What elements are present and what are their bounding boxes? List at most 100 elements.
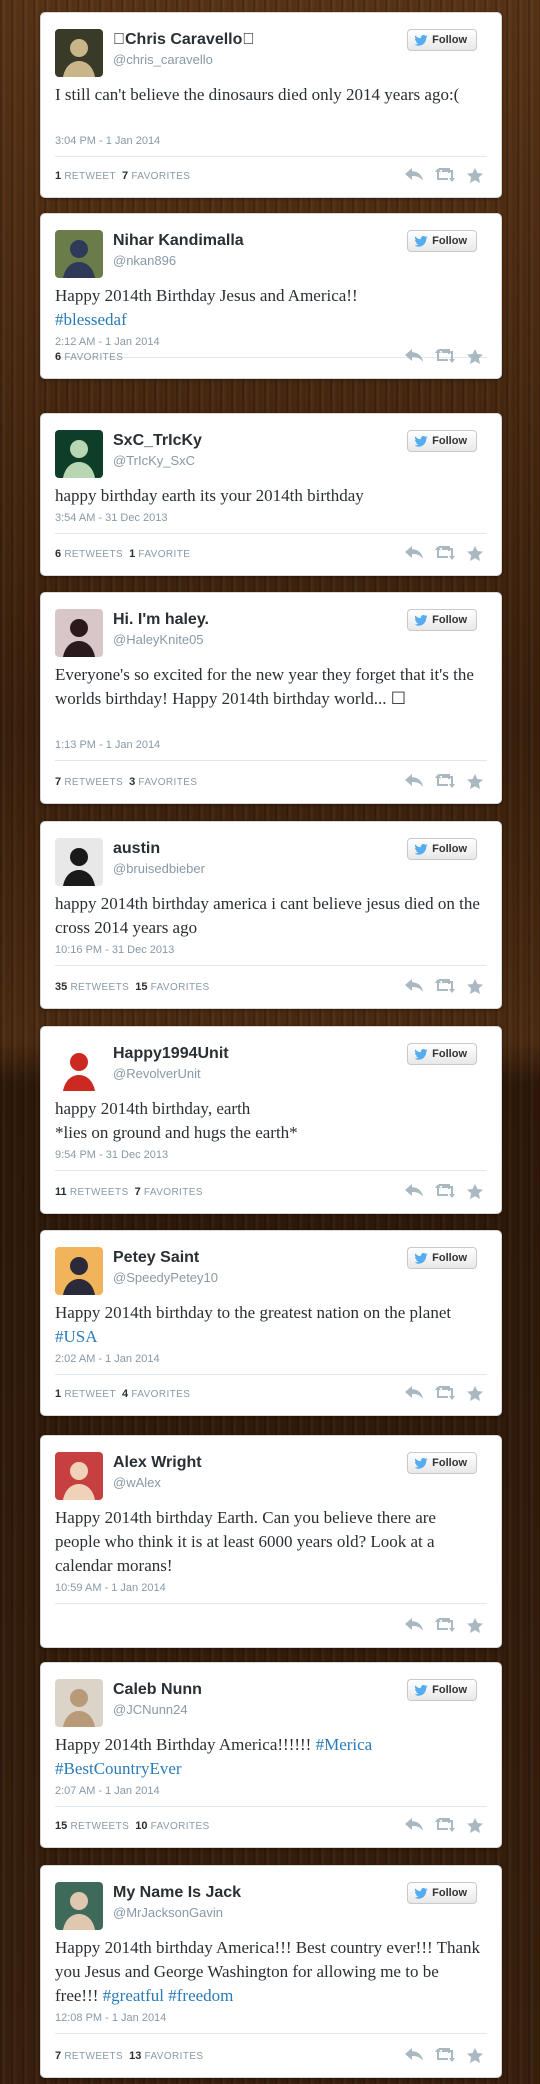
avatar[interactable] <box>55 1882 103 1930</box>
retweet-count[interactable]: 1 <box>55 170 61 182</box>
author-name[interactable]: My Name Is Jack <box>113 1884 241 1902</box>
favorite-count[interactable]: 15 <box>135 981 147 993</box>
author-name[interactable]: Caleb Nunn <box>113 1681 202 1699</box>
retweet-icon[interactable] <box>435 546 455 560</box>
retweet-icon[interactable] <box>435 2048 455 2062</box>
author-name[interactable]: SxC_TrIcKy <box>113 432 202 450</box>
avatar[interactable] <box>55 230 103 278</box>
retweet-count[interactable]: 6 <box>55 548 61 560</box>
follow-button[interactable]: Follow <box>407 430 477 452</box>
retweet-icon[interactable] <box>435 1618 455 1632</box>
favorite-count[interactable]: 13 <box>129 2050 141 2062</box>
reply-icon[interactable] <box>405 1818 423 1832</box>
author-name[interactable]: Hi. I'm haley. <box>113 611 209 629</box>
timestamp[interactable]: 10:16 PM - 31 Dec 2013 <box>55 944 174 956</box>
timestamp[interactable]: 1:13 PM - 1 Jan 2014 <box>55 739 160 751</box>
favorite-count[interactable]: 7 <box>122 170 128 182</box>
author-handle[interactable]: @chris_caravello <box>113 52 213 67</box>
author-name[interactable]:  Chris Caravello  <box>113 31 254 49</box>
reply-icon[interactable] <box>405 349 423 363</box>
favorite-star-icon[interactable] <box>467 2048 483 2063</box>
retweet-count[interactable]: 35 <box>55 981 67 993</box>
follow-button[interactable]: Follow <box>407 1679 477 1701</box>
hashtag-link[interactable]: #blessedaf <box>55 310 127 329</box>
hashtag-link[interactable]: #BestCountryEver <box>55 1759 182 1778</box>
favorite-count[interactable]: 6 <box>55 351 61 363</box>
timestamp[interactable]: 3:54 AM - 31 Dec 2013 <box>55 512 168 524</box>
author-handle[interactable]: @SpeedyPetey10 <box>113 1270 218 1285</box>
timestamp[interactable]: 2:07 AM - 1 Jan 2014 <box>55 1785 160 1797</box>
retweet-icon[interactable] <box>435 774 455 788</box>
retweet-icon[interactable] <box>435 168 455 182</box>
reply-icon[interactable] <box>405 2048 423 2062</box>
timestamp[interactable]: 2:02 AM - 1 Jan 2014 <box>55 1353 160 1365</box>
reply-icon[interactable] <box>405 1618 423 1632</box>
favorite-count[interactable]: 4 <box>122 1388 128 1400</box>
avatar[interactable] <box>55 1043 103 1091</box>
avatar[interactable] <box>55 430 103 478</box>
follow-button[interactable]: Follow <box>407 230 477 252</box>
avatar[interactable] <box>55 1452 103 1500</box>
hashtag-link[interactable]: #USA <box>55 1327 98 1346</box>
retweet-count[interactable]: 11 <box>55 1186 67 1198</box>
timestamp[interactable]: 10:59 AM - 1 Jan 2014 <box>55 1582 166 1594</box>
retweet-icon[interactable] <box>435 1184 455 1198</box>
retweet-icon[interactable] <box>435 349 455 363</box>
hashtag-link[interactable]: #freedom <box>168 1986 233 2005</box>
author-handle[interactable]: @MrJacksonGavin <box>113 1905 223 1920</box>
avatar[interactable] <box>55 609 103 657</box>
author-handle[interactable]: @bruisedbieber <box>113 861 205 876</box>
favorite-star-icon[interactable] <box>467 1184 483 1199</box>
author-handle[interactable]: @RevolverUnit <box>113 1066 201 1081</box>
reply-icon[interactable] <box>405 168 423 182</box>
follow-button[interactable]: Follow <box>407 1882 477 1904</box>
follow-button[interactable]: Follow <box>407 1247 477 1269</box>
hashtag-link[interactable]: #greatful <box>103 1986 164 2005</box>
timestamp[interactable]: 12:08 PM - 1 Jan 2014 <box>55 2012 166 2024</box>
follow-button[interactable]: Follow <box>407 29 477 51</box>
retweet-count[interactable]: 15 <box>55 1820 67 1832</box>
favorite-star-icon[interactable] <box>467 1818 483 1833</box>
favorite-star-icon[interactable] <box>467 1618 483 1633</box>
author-handle[interactable]: @TrIcKy_SxC <box>113 453 195 468</box>
follow-button[interactable]: Follow <box>407 1452 477 1474</box>
avatar[interactable] <box>55 838 103 886</box>
favorite-star-icon[interactable] <box>467 1386 483 1401</box>
follow-button[interactable]: Follow <box>407 609 477 631</box>
retweet-count[interactable]: 1 <box>55 1388 61 1400</box>
favorite-star-icon[interactable] <box>467 774 483 789</box>
author-name[interactable]: Petey Saint <box>113 1249 199 1267</box>
retweet-icon[interactable] <box>435 1818 455 1832</box>
timestamp[interactable]: 9:54 PM - 31 Dec 2013 <box>55 1149 168 1161</box>
avatar[interactable] <box>55 29 103 77</box>
reply-icon[interactable] <box>405 774 423 788</box>
author-name[interactable]: Alex Wright <box>113 1454 202 1472</box>
follow-button[interactable]: Follow <box>407 838 477 860</box>
author-handle[interactable]: @HaleyKnite05 <box>113 632 204 647</box>
favorite-star-icon[interactable] <box>467 349 483 364</box>
retweet-count[interactable]: 7 <box>55 776 61 788</box>
favorite-star-icon[interactable] <box>467 546 483 561</box>
author-name[interactable]: Nihar Kandimalla <box>113 232 244 250</box>
favorite-count[interactable]: 10 <box>135 1820 147 1832</box>
retweet-icon[interactable] <box>435 1386 455 1400</box>
author-name[interactable]: austin <box>113 840 160 858</box>
timestamp[interactable]: 2:12 AM - 1 Jan 2014 <box>55 336 160 348</box>
favorite-count[interactable]: 3 <box>129 776 135 788</box>
reply-icon[interactable] <box>405 979 423 993</box>
retweet-count[interactable]: 7 <box>55 2050 61 2062</box>
avatar[interactable] <box>55 1247 103 1295</box>
avatar[interactable] <box>55 1679 103 1727</box>
favorite-count[interactable]: 7 <box>135 1186 141 1198</box>
hashtag-link[interactable]: #Merica <box>316 1735 373 1754</box>
favorite-star-icon[interactable] <box>467 168 483 183</box>
reply-icon[interactable] <box>405 1184 423 1198</box>
retweet-icon[interactable] <box>435 979 455 993</box>
author-handle[interactable]: @wAlex <box>113 1475 161 1490</box>
author-name[interactable]: Happy1994Unit <box>113 1045 229 1063</box>
reply-icon[interactable] <box>405 546 423 560</box>
author-handle[interactable]: @JCNunn24 <box>113 1702 188 1717</box>
reply-icon[interactable] <box>405 1386 423 1400</box>
favorite-star-icon[interactable] <box>467 979 483 994</box>
favorite-count[interactable]: 1 <box>129 548 135 560</box>
